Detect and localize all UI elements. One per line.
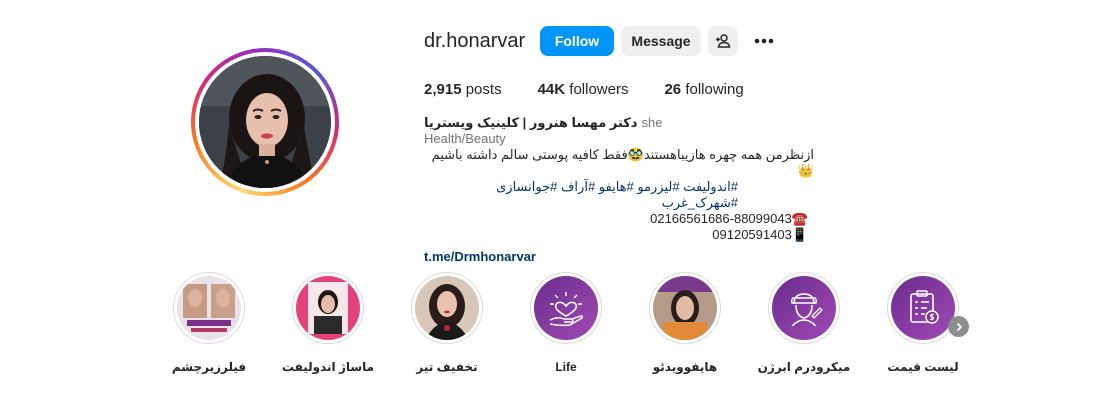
highlight-item[interactable]: تخفیف تیر: [411, 272, 483, 374]
follow-button[interactable]: Follow: [540, 26, 614, 56]
highlight-label: هایفوویدئو: [652, 360, 718, 374]
highlights-next-button[interactable]: [948, 316, 969, 337]
highlight-item[interactable]: هایفوویدئو: [649, 272, 721, 374]
bio-website-link[interactable]: t.me/Drmhonarvar: [424, 249, 814, 265]
bio-pronoun: she: [641, 115, 663, 130]
highlight-item[interactable]: فیلرزیرچشم: [171, 272, 247, 374]
highlight-item[interactable]: میکرودرم ابرژن: [758, 272, 850, 374]
posts-stat: 2,915 posts: [424, 81, 502, 98]
bio-phone-2: 09120591403📱: [712, 227, 808, 242]
following-stat[interactable]: 26 following: [664, 81, 743, 98]
more-options-button[interactable]: [750, 26, 778, 56]
bio-phone-1: 02166561686-88099043☎️: [650, 211, 808, 226]
bio-hashtags[interactable]: #اندولیفت #لیزرمو #هایفو #آراف #جوانسازی…: [424, 179, 738, 211]
avatar-photo: [199, 56, 331, 188]
followers-stat[interactable]: 44K followers: [538, 81, 629, 98]
highlight-ring: [292, 272, 364, 344]
profile-avatar[interactable]: [191, 48, 339, 196]
bio-full-name: دکتر مهسا هنرور | کلینیک ویستریا: [424, 115, 638, 130]
highlight-label: تخفیف تیر: [416, 360, 478, 374]
hand-heart-icon: [534, 276, 598, 340]
followers-label: followers: [569, 81, 629, 98]
profile-stats: 2,915 posts 44K followers 26 following: [424, 81, 780, 98]
posts-count: 2,915: [424, 81, 462, 98]
avatar-portrait: [199, 56, 331, 188]
highlight-item[interactable]: ماساژ اندولیفت: [282, 272, 374, 374]
story-highlights: فیلرزیرچشم ماساژ اندولیفت تخفیف تیر Life…: [171, 272, 1006, 374]
hifu-photo-icon: [653, 276, 717, 340]
price-list-icon: [891, 276, 955, 340]
bio-line-1: ازنظرمن همه چهره هازیباهستند🥸فقط کافیه پ…: [431, 147, 814, 178]
highlight-ring: [411, 272, 483, 344]
following-count: 26: [664, 81, 682, 98]
filler-photo-icon: [177, 276, 241, 340]
highlight-label: لیست قیمت: [887, 360, 959, 374]
bio-text: ازنظرمن همه چهره هازیباهستند🥸فقط کافیه پ…: [424, 147, 814, 243]
highlight-ring: [768, 272, 840, 344]
face-care-icon: [772, 276, 836, 340]
highlight-ring: [887, 272, 959, 344]
posts-label: posts: [465, 81, 502, 98]
highlight-label: ماساژ اندولیفت: [281, 360, 375, 374]
avatar-border: [195, 52, 335, 192]
bio-category: Health/Beauty: [424, 131, 506, 146]
massage-photo-icon: [296, 276, 360, 340]
message-button[interactable]: Message: [621, 26, 701, 56]
highlight-ring: [530, 272, 602, 344]
highlight-ring: [173, 272, 245, 344]
followers-count: 44K: [537, 81, 566, 98]
highlight-label: Life: [555, 360, 577, 374]
following-label: following: [685, 81, 744, 98]
profile-bio: دکتر مهسا هنرور | کلینیک ویستریا she Hea…: [424, 115, 814, 265]
chevron-right-icon: [956, 322, 962, 331]
highlight-item[interactable]: Life: [530, 272, 602, 374]
add-user-icon: [716, 34, 731, 48]
more-dots-icon: [754, 38, 774, 44]
highlight-label: میکرودرم ابرژن: [757, 360, 851, 374]
discount-photo-icon: [415, 276, 479, 340]
suggest-accounts-button[interactable]: [708, 26, 738, 56]
highlight-ring: [649, 272, 721, 344]
profile-username: dr.honarvar: [424, 30, 526, 52]
highlight-label: فیلرزیرچشم: [171, 360, 247, 374]
bio-name-row: دکتر مهسا هنرور | کلینیک ویستریا she: [424, 115, 814, 131]
